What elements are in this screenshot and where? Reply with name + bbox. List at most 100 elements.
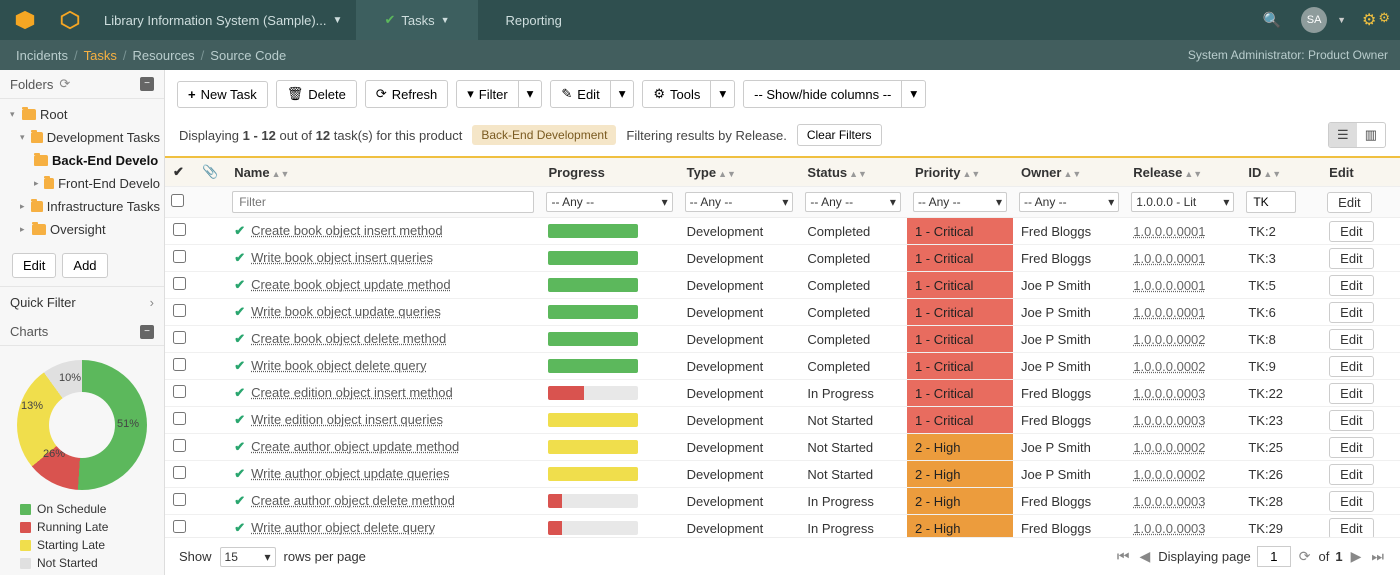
app-logo-icon[interactable]	[0, 9, 50, 31]
row-checkbox[interactable]	[173, 520, 186, 533]
row-checkbox[interactable]	[173, 358, 186, 371]
row-checkbox[interactable]	[173, 250, 186, 263]
release-link[interactable]: 1.0.0.0.0002	[1133, 467, 1205, 482]
release-filter[interactable]: 1.0.0.0 - Lit▾	[1131, 192, 1234, 212]
chevron-down-icon[interactable]: ▾	[611, 80, 635, 108]
settings-gears[interactable]: ⚙ ⚙	[1352, 10, 1400, 30]
row-checkbox[interactable]	[173, 277, 186, 290]
task-name-link[interactable]: Write author object update queries	[251, 466, 450, 481]
row-edit-button[interactable]: Edit	[1329, 491, 1373, 512]
release-link[interactable]: 1.0.0.0.0003	[1133, 494, 1205, 509]
row-edit-button[interactable]: Edit	[1329, 464, 1373, 485]
release-link[interactable]: 1.0.0.0.0001	[1133, 278, 1205, 293]
row-edit-button[interactable]: Edit	[1329, 302, 1373, 323]
tools-button[interactable]: ⚙Tools ▾	[642, 80, 735, 108]
col-priority[interactable]: Priority▲▼	[907, 157, 1013, 187]
id-filter-input[interactable]	[1246, 191, 1296, 213]
subnav-incidents[interactable]: Incidents	[12, 48, 72, 63]
release-link[interactable]: 1.0.0.0.0001	[1133, 305, 1205, 320]
row-edit-button[interactable]: Edit	[1329, 518, 1373, 538]
last-page-icon[interactable]: ⏭	[1369, 548, 1386, 565]
col-name[interactable]: Name▲▼	[226, 157, 540, 187]
subnav-resources[interactable]: Resources	[129, 48, 199, 63]
task-name-link[interactable]: Create author object delete method	[251, 493, 455, 508]
first-page-icon[interactable]: ⏮	[1115, 548, 1132, 565]
task-name-link[interactable]: Create edition object insert method	[251, 385, 453, 400]
name-filter-input[interactable]	[232, 191, 534, 213]
folder-edit-button[interactable]: Edit	[12, 253, 56, 278]
row-checkbox[interactable]	[173, 439, 186, 452]
chevron-down-icon[interactable]: ▼	[1331, 15, 1352, 25]
row-checkbox[interactable]	[173, 412, 186, 425]
select-all-checkbox[interactable]: ✔	[165, 157, 194, 187]
type-filter[interactable]: -- Any --▾	[685, 192, 794, 212]
chevron-down-icon[interactable]: ▾	[519, 80, 543, 108]
subnav-source-code[interactable]: Source Code	[206, 48, 290, 63]
row-edit-button[interactable]: Edit	[1329, 437, 1373, 458]
search-button[interactable]: 🔍	[1247, 0, 1297, 40]
row-edit-button[interactable]: Edit	[1329, 221, 1373, 242]
task-name-link[interactable]: Create book object delete method	[251, 331, 446, 346]
col-owner[interactable]: Owner▲▼	[1013, 157, 1125, 187]
row-edit-button[interactable]: Edit	[1329, 410, 1373, 431]
owner-filter[interactable]: -- Any --▾	[1019, 192, 1119, 212]
next-page-icon[interactable]: ▶	[1349, 548, 1364, 565]
row-checkbox[interactable]	[173, 385, 186, 398]
filter-button[interactable]: ▾Filter ▾	[456, 80, 542, 108]
tree-frontend[interactable]: ▸ Front-End Develo	[0, 172, 164, 195]
row-edit-button[interactable]: Edit	[1329, 383, 1373, 404]
project-selector[interactable]: Library Information System (Sample)... ▼	[90, 0, 356, 40]
secondary-logo-icon[interactable]	[50, 9, 90, 31]
tree-oversight[interactable]: ▸ Oversight	[0, 218, 164, 241]
tree-backend[interactable]: Back-End Develo	[0, 149, 164, 172]
row-edit-button[interactable]: Edit	[1329, 356, 1373, 377]
release-link[interactable]: 1.0.0.0.0003	[1133, 386, 1205, 401]
task-name-link[interactable]: Write author object delete query	[251, 520, 435, 535]
refresh-icon[interactable]: ⟳	[59, 76, 70, 92]
tree-root[interactable]: ▾ Root	[0, 103, 164, 126]
showhide-columns[interactable]: -- Show/hide columns -- ▾	[743, 80, 926, 108]
quick-filter-panel[interactable]: Quick Filter ›	[0, 286, 164, 318]
row-edit-button[interactable]: Edit	[1329, 329, 1373, 350]
col-type[interactable]: Type▲▼	[679, 157, 800, 187]
row-checkbox[interactable]	[173, 331, 186, 344]
task-name-link[interactable]: Write book object update queries	[251, 304, 441, 319]
row-checkbox[interactable]	[173, 466, 186, 479]
release-link[interactable]: 1.0.0.0.0003	[1133, 413, 1205, 428]
delete-button[interactable]: 🗑Delete	[276, 80, 357, 108]
clear-filters-button[interactable]: Clear Filters	[797, 124, 882, 146]
row-checkbox[interactable]	[173, 493, 186, 506]
board-view-icon[interactable]: ▥	[1357, 123, 1385, 147]
priority-filter[interactable]: -- Any --▾	[913, 192, 1007, 212]
progress-filter[interactable]: -- Any --▾	[546, 192, 672, 212]
release-link[interactable]: 1.0.0.0.0001	[1133, 251, 1205, 266]
release-link[interactable]: 1.0.0.0.0002	[1133, 440, 1205, 455]
rows-per-page-select[interactable]: 15▾	[220, 547, 276, 567]
collapse-icon[interactable]: −	[140, 325, 154, 339]
nav-tasks[interactable]: ✔ Tasks ▼	[356, 0, 477, 40]
col-release[interactable]: Release▲▼	[1125, 157, 1240, 187]
refresh-button[interactable]: ⟳Refresh	[365, 80, 448, 108]
release-link[interactable]: 1.0.0.0.0003	[1133, 521, 1205, 536]
prev-page-icon[interactable]: ◀	[1138, 548, 1153, 565]
filter-edit-button[interactable]: Edit	[1327, 192, 1371, 213]
task-name-link[interactable]: Write book object delete query	[251, 358, 426, 373]
edit-button[interactable]: ✎Edit ▾	[550, 80, 634, 108]
new-task-button[interactable]: +New Task	[177, 81, 268, 108]
task-name-link[interactable]: Write edition object insert queries	[251, 412, 443, 427]
filter-checkbox[interactable]	[171, 194, 184, 207]
tree-infra[interactable]: ▸ Infrastructure Tasks	[0, 195, 164, 218]
task-name-link[interactable]: Write book object insert queries	[251, 250, 433, 265]
subnav-tasks[interactable]: Tasks	[80, 48, 121, 63]
row-edit-button[interactable]: Edit	[1329, 248, 1373, 269]
list-view-icon[interactable]: ☰	[1329, 123, 1357, 147]
col-id[interactable]: ID▲▼	[1240, 157, 1321, 187]
status-filter[interactable]: -- Any --▾	[805, 192, 901, 212]
col-status[interactable]: Status▲▼	[799, 157, 907, 187]
release-link[interactable]: 1.0.0.0.0001	[1133, 224, 1205, 239]
chevron-down-icon[interactable]: ▾	[902, 80, 926, 108]
release-link[interactable]: 1.0.0.0.0002	[1133, 359, 1205, 374]
page-input[interactable]	[1257, 546, 1291, 567]
collapse-icon[interactable]: −	[140, 77, 154, 91]
task-name-link[interactable]: Create book object insert method	[251, 223, 443, 238]
